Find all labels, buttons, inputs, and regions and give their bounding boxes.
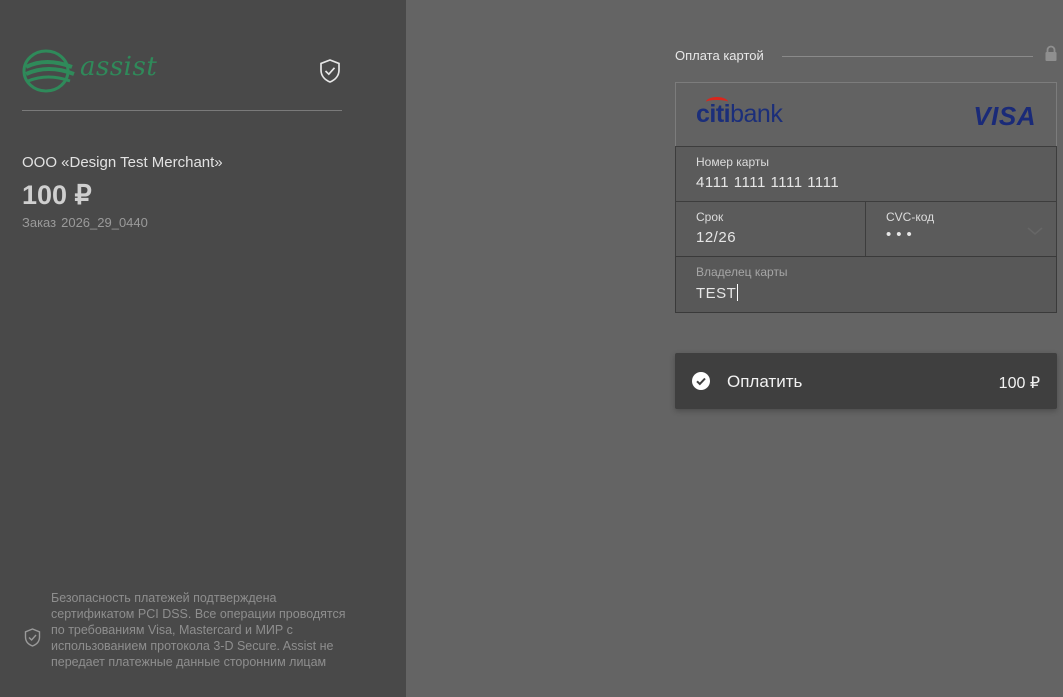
citi-arc-icon — [706, 97, 728, 107]
order-amount: 100 ₽ — [22, 180, 92, 210]
assist-logo-text: assist — [80, 52, 158, 82]
divider — [22, 110, 342, 111]
cardholder-input[interactable]: TEST — [696, 284, 739, 302]
lock-icon — [1045, 45, 1057, 61]
card-form: citibank VISA Номер карты 4111 1111 1111… — [675, 82, 1057, 313]
card-number-input[interactable]: 4111 1111 1111 1111 — [696, 174, 839, 191]
card-number-label: Номер карты — [696, 155, 769, 169]
check-circle-icon — [692, 372, 710, 390]
form-title: Оплата картой — [675, 48, 764, 63]
expiry-input[interactable]: 12/26 — [696, 229, 736, 246]
order-info: Заказ 2026_29_0440 — [22, 215, 148, 230]
pay-button[interactable]: Оплатить 100 ₽ — [675, 353, 1057, 409]
cvc-input[interactable]: ••• — [886, 226, 917, 243]
divider — [782, 56, 1033, 57]
order-label: Заказ — [22, 215, 57, 230]
expiry-label: Срок — [696, 210, 724, 224]
cardholder-value: TEST — [696, 285, 737, 302]
card-number-field[interactable]: Номер карты 4111 1111 1111 1111 — [675, 146, 1057, 202]
cardholder-field[interactable]: Владелец карты TEST — [675, 256, 1057, 313]
pay-button-label: Оплатить — [727, 372, 803, 391]
shield-check-icon — [24, 628, 41, 647]
cvc-label: CVC-код — [886, 210, 935, 224]
card-brand-logo: VISA — [973, 101, 1036, 131]
shield-check-icon — [320, 59, 340, 83]
chevron-down-icon[interactable] — [1026, 226, 1044, 236]
expiry-field[interactable]: Срок 12/26 — [675, 201, 866, 257]
pay-button-amount: 100 ₽ — [998, 375, 1040, 392]
merchant-name: ООО «Design Test Merchant» — [22, 154, 223, 171]
cvc-field[interactable]: CVC-код ••• — [865, 201, 1057, 257]
text-caret — [737, 284, 739, 301]
cardholder-label: Владелец карты — [696, 265, 788, 279]
order-number: 2026_29_0440 — [61, 215, 148, 230]
bank-logo: citibank — [696, 97, 783, 129]
security-note: Безопасность платежей подтверждена серти… — [51, 591, 346, 669]
bank-name-part2: bank — [730, 100, 783, 128]
order-summary-panel: assist ООО «Design Test Merchant» 100 ₽ … — [0, 0, 406, 697]
